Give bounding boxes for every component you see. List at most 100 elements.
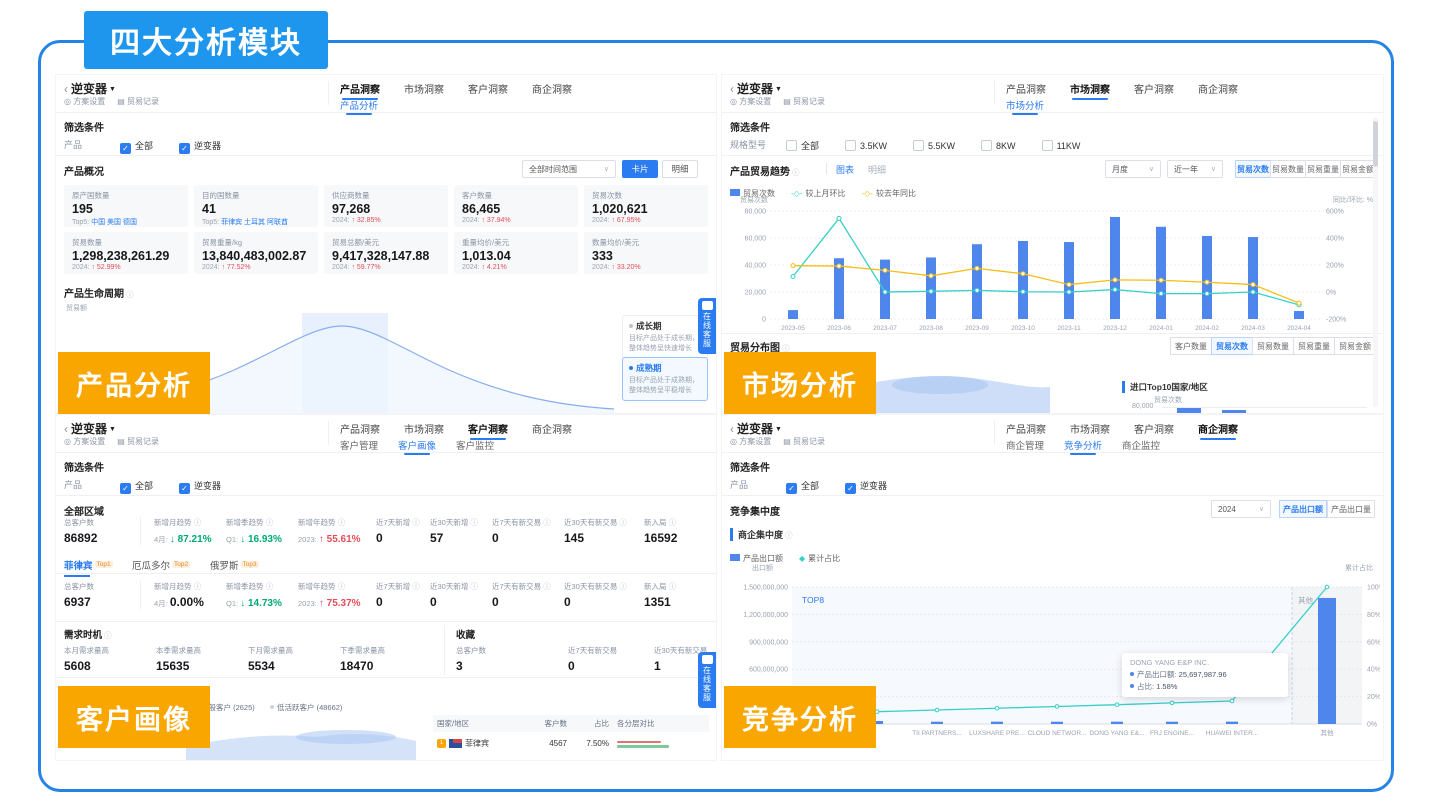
panel-scrollbar-thumb[interactable] <box>1373 121 1378 167</box>
sub-tab-商企监控[interactable]: 商企监控 <box>1122 438 1160 452</box>
view-button-卡片[interactable]: 卡片 <box>622 160 658 178</box>
filter-option-逆变器[interactable]: ✓逆变器 <box>179 141 221 151</box>
panel-back-title[interactable]: ‹逆变器▼ <box>64 420 116 437</box>
table-row[interactable]: 1菲律宾45677.50% <box>433 732 709 754</box>
filter-option-8KW[interactable]: 8KW <box>981 141 1016 151</box>
main-tab-产品洞察[interactable]: 产品洞察 <box>1006 421 1046 436</box>
legend-item-累计占比[interactable]: ◆累计占比 <box>799 554 840 563</box>
dist-metric-贸易重量[interactable]: 贸易重量 <box>1293 337 1335 355</box>
sub-tab-产品分析[interactable]: 产品分析 <box>340 98 378 112</box>
main-tab-商企洞察[interactable]: 商企洞察 <box>532 81 572 96</box>
sub-tab-客户画像[interactable]: 客户画像 <box>398 438 436 452</box>
main-tab-市场洞察[interactable]: 市场洞察 <box>1070 81 1110 96</box>
metric-value: 57 <box>430 531 492 545</box>
trend-metric-贸易次数[interactable]: 贸易次数 <box>1235 160 1271 178</box>
main-tab-市场洞察[interactable]: 市场洞察 <box>404 81 444 96</box>
checkbox-unchecked-icon[interactable] <box>786 140 797 151</box>
overlay-label-product: 产品分析 <box>58 352 210 414</box>
legend-item-较去年同比[interactable]: -◇-较去年同比 <box>861 189 915 198</box>
checkbox-unchecked-icon[interactable] <box>1042 140 1053 151</box>
checkbox-unchecked-icon[interactable] <box>845 140 856 151</box>
panel-back-title[interactable]: ‹逆变器▼ <box>730 420 782 437</box>
conc-metric-产品出口额[interactable]: 产品出口额 <box>1279 500 1327 518</box>
filter-option-11KW[interactable]: 11KW <box>1042 141 1081 151</box>
filter-option-全部[interactable]: ✓全部 <box>120 141 153 151</box>
checkbox-checked-icon[interactable]: ✓ <box>120 143 131 154</box>
dist-metric-贸易次数[interactable]: 贸易次数 <box>1211 337 1253 355</box>
sub-tab-市场分析[interactable]: 市场分析 <box>1006 98 1044 112</box>
country-tab-菲律宾[interactable]: 菲律宾Top1 <box>64 558 113 572</box>
filter-option-逆变器[interactable]: ✓逆变器 <box>845 481 887 491</box>
trend-view-图表[interactable]: 图表 <box>836 163 854 176</box>
checkbox-unchecked-icon[interactable] <box>913 140 924 151</box>
dist-metric-客户数量[interactable]: 客户数量 <box>1170 337 1212 355</box>
view-button-明细[interactable]: 明细 <box>662 160 698 178</box>
sub-tab-竞争分析[interactable]: 竞争分析 <box>1064 438 1102 452</box>
card-top5-links[interactable]: 菲律宾 土耳其 阿联酋 <box>221 219 288 226</box>
conc-metric-产品出口量[interactable]: 产品出口量 <box>1327 500 1375 518</box>
filter-option-全部[interactable]: 全部 <box>786 141 819 151</box>
trend-select-月度[interactable]: 月度∨ <box>1105 160 1161 178</box>
scheme-settings-link[interactable]: ◎ 方案设置 <box>64 97 105 106</box>
checkbox-checked-icon[interactable]: ✓ <box>845 483 856 494</box>
main-tab-客户洞察[interactable]: 客户洞察 <box>1134 81 1174 96</box>
checkbox-checked-icon[interactable]: ✓ <box>786 483 797 494</box>
trend-select-近一年[interactable]: 近一年∨ <box>1167 160 1223 178</box>
metric-label: 新入局 ⓘ <box>644 581 692 592</box>
sub-tab-客户监控[interactable]: 客户监控 <box>456 438 494 452</box>
trade-records-link[interactable]: ▤ 贸易记录 <box>117 437 159 446</box>
trade-records-link[interactable]: ▤ 贸易记录 <box>117 97 159 106</box>
time-range-select[interactable]: 全部时间范围∨ <box>522 160 616 178</box>
checkbox-checked-icon[interactable]: ✓ <box>120 483 131 494</box>
metric-number: 57 <box>430 531 443 545</box>
checkbox-unchecked-icon[interactable] <box>981 140 992 151</box>
main-tab-客户洞察[interactable]: 客户洞察 <box>468 81 508 96</box>
card-top5-links[interactable]: 中国 美国 德国 <box>91 219 137 226</box>
main-tab-产品洞察[interactable]: 产品洞察 <box>340 81 380 96</box>
dist-metric-贸易金额[interactable]: 贸易金额 <box>1334 337 1376 355</box>
online-service-button[interactable]: 在线客服 <box>698 298 716 354</box>
checkbox-checked-icon[interactable]: ✓ <box>179 143 190 154</box>
panel-back-title[interactable]: ‹逆变器▼ <box>64 80 116 97</box>
scheme-settings-link[interactable]: ◎ 方案设置 <box>730 437 771 446</box>
dist-metric-贸易数量[interactable]: 贸易数量 <box>1252 337 1294 355</box>
lifecycle-stage-成熟期[interactable]: 成熟期目标产品处于成熟期，整体趋势呈平稳增长 <box>622 357 708 401</box>
trend-metric-贸易数量[interactable]: 贸易数量 <box>1270 160 1306 178</box>
legend-item-较上月环比[interactable]: -◇-较上月环比 <box>791 189 845 198</box>
card-delta: ↑ 77.52% <box>221 264 250 271</box>
main-tab-客户洞察[interactable]: 客户洞察 <box>468 421 508 436</box>
filter-option-5.5KW[interactable]: 5.5KW <box>913 141 955 151</box>
sub-tab-客户管理[interactable]: 客户管理 <box>340 438 378 452</box>
filter-option-全部[interactable]: ✓全部 <box>120 481 153 491</box>
trade-records-link[interactable]: ▤ 贸易记录 <box>783 97 825 106</box>
main-tab-商企洞察[interactable]: 商企洞察 <box>1198 421 1238 436</box>
checkbox-checked-icon[interactable]: ✓ <box>179 483 190 494</box>
main-tab-商企洞察[interactable]: 商企洞察 <box>532 421 572 436</box>
main-tab-客户洞察[interactable]: 客户洞察 <box>1134 421 1174 436</box>
metric-prefix: 2023: <box>298 535 319 544</box>
card-subline: 2024: ↑ 52.99% <box>72 264 180 271</box>
year-select[interactable]: 2024∨ <box>1211 500 1271 518</box>
filter-option-全部[interactable]: ✓全部 <box>786 481 819 491</box>
main-tab-商企洞察[interactable]: 商企洞察 <box>1198 81 1238 96</box>
main-tab-产品洞察[interactable]: 产品洞察 <box>340 421 380 436</box>
main-tab-产品洞察[interactable]: 产品洞察 <box>1006 81 1046 96</box>
trend-view-明细[interactable]: 明细 <box>868 163 886 176</box>
legend-item-产品出口额[interactable]: 产品出口额 <box>730 554 783 563</box>
scheme-settings-link[interactable]: ◎ 方案设置 <box>64 437 105 446</box>
filter-option-3.5KW[interactable]: 3.5KW <box>845 141 887 151</box>
filter-option-逆变器[interactable]: ✓逆变器 <box>179 481 221 491</box>
main-tab-市场洞察[interactable]: 市场洞察 <box>1070 421 1110 436</box>
online-service-button[interactable]: 在线客服 <box>698 652 716 708</box>
panel-back-title[interactable]: ‹逆变器▼ <box>730 80 782 97</box>
scheme-settings-link[interactable]: ◎ 方案设置 <box>730 97 771 106</box>
trade-records-link[interactable]: ▤ 贸易记录 <box>783 437 825 446</box>
trend-metric-贸易金额[interactable]: 贸易金额 <box>1340 160 1376 178</box>
value-legend-低活跃客户[interactable]: 低活跃客户 (48662) <box>270 702 342 713</box>
trend-metric-贸易重量[interactable]: 贸易重量 <box>1305 160 1341 178</box>
lifecycle-stage-成长期[interactable]: 成长期目标产品处于成长期，整体趋势呈快速增长 <box>622 315 708 359</box>
main-tab-市场洞察[interactable]: 市场洞察 <box>404 421 444 436</box>
country-tab-俄罗斯[interactable]: 俄罗斯Top3 <box>210 558 259 572</box>
sub-tab-商企管理[interactable]: 商企管理 <box>1006 438 1044 452</box>
country-tab-厄瓜多尔[interactable]: 厄瓜多尔Top2 <box>132 558 190 572</box>
